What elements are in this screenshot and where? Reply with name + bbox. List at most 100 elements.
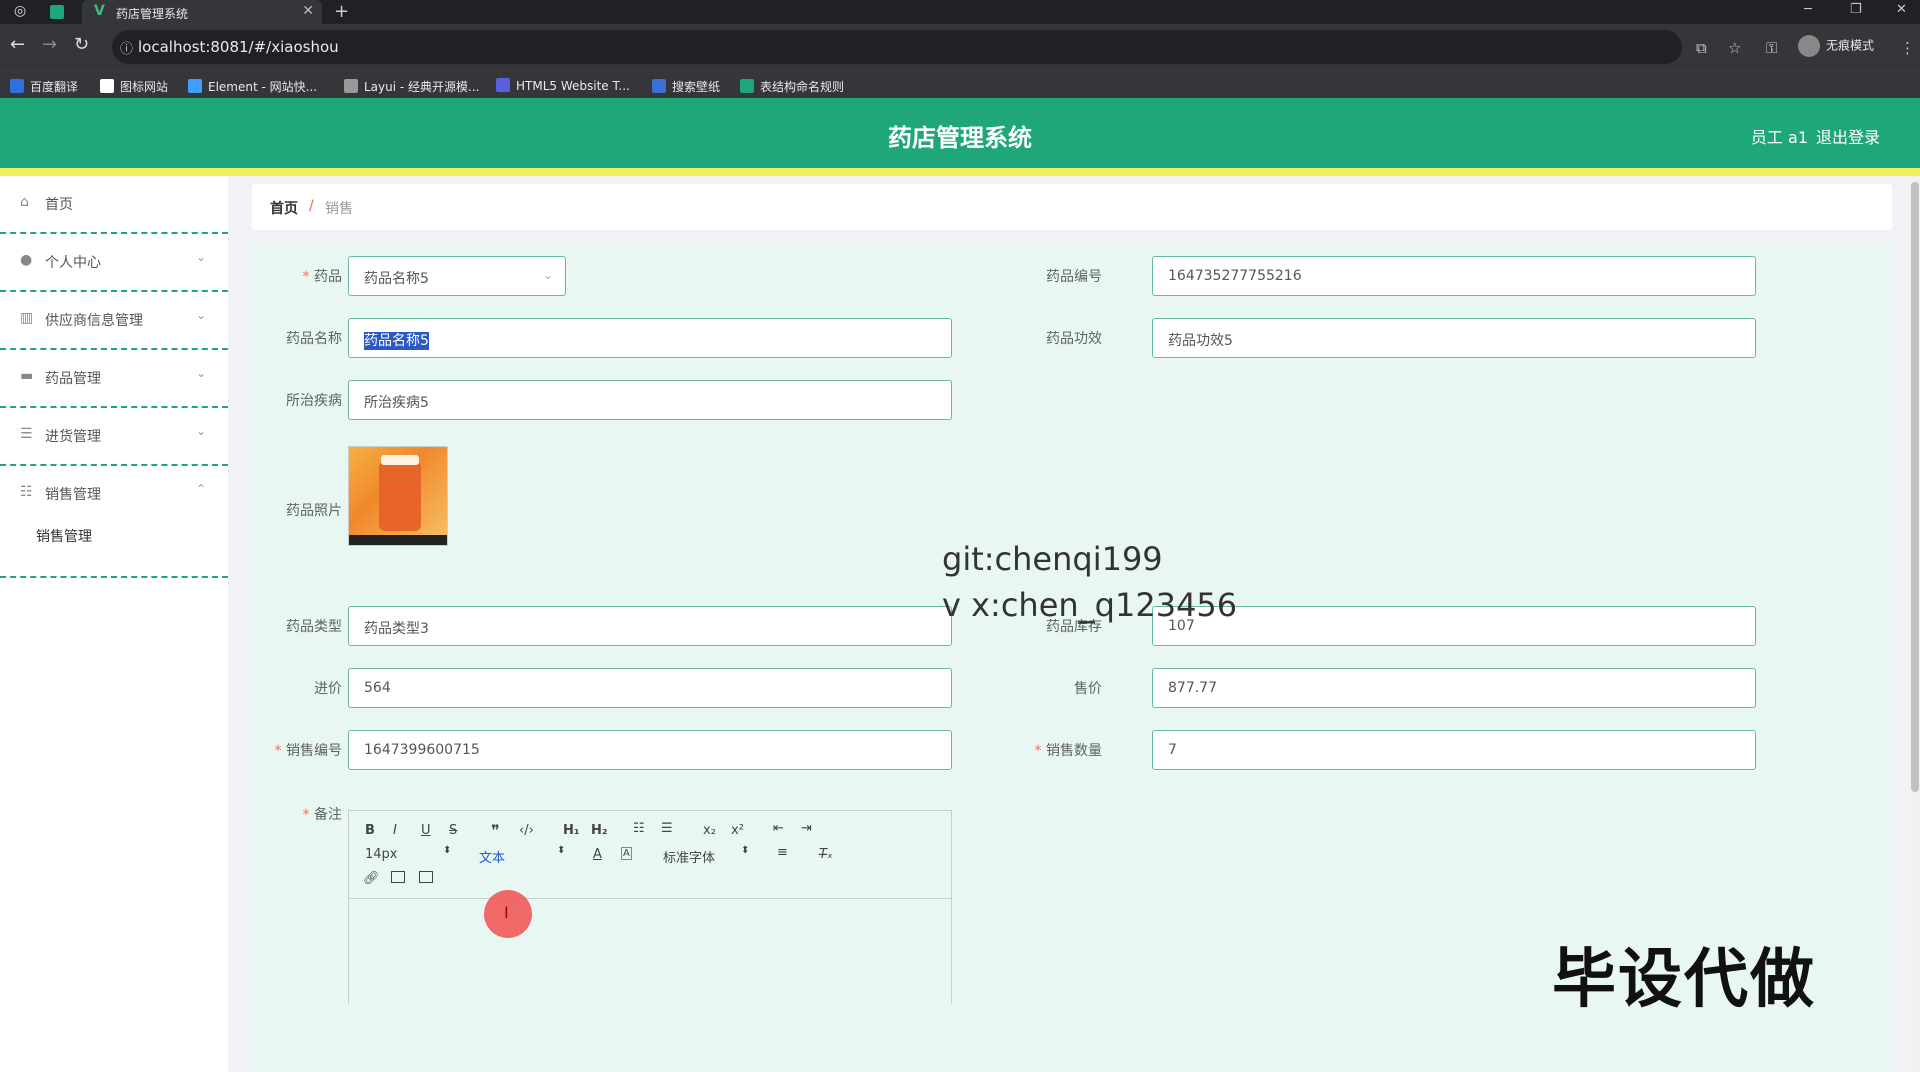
- mouse-cursor-highlight: I: [484, 890, 532, 938]
- minimize-icon[interactable]: ─: [1804, 2, 1812, 17]
- active-tab[interactable]: V 药店管理系统 ✕: [82, 0, 322, 24]
- close-window-icon[interactable]: ✕: [1896, 2, 1907, 17]
- drug-select[interactable]: 药品名称5 ⌄: [348, 256, 566, 296]
- browser-tab-bar: ◎ V 药店管理系统 ✕ + ─ ❐ ✕: [0, 0, 1920, 24]
- breadcrumb-home[interactable]: 首页: [270, 198, 298, 218]
- align-icon[interactable]: ≡: [777, 845, 788, 860]
- bookmark-item[interactable]: Element - 网站快...: [188, 78, 317, 95]
- code-field[interactable]: 164735277755216: [1152, 256, 1756, 296]
- product-bottle-image: [379, 461, 421, 531]
- bookmark-favicon-icon: [496, 78, 510, 92]
- strike-icon[interactable]: S: [449, 823, 457, 838]
- code-block-icon[interactable]: ‹/›: [519, 823, 534, 838]
- indent-decrease-icon[interactable]: ⇤: [773, 821, 784, 836]
- url-field[interactable]: ⓘ localhost:8081/#/xiaoshou: [112, 30, 1682, 64]
- sale-no-label: 销售编号: [252, 740, 342, 760]
- blockquote-icon[interactable]: ❞: [491, 821, 500, 840]
- sidebar-item-sales[interactable]: ☷ 销售管理 ⌃: [0, 466, 228, 578]
- link-icon[interactable]: 🔗︎: [363, 871, 380, 886]
- background-color-icon[interactable]: A: [621, 847, 632, 860]
- product-banner-image: [349, 535, 447, 545]
- underline-icon[interactable]: U: [421, 823, 431, 838]
- clear-format-icon[interactable]: T̶ₓ: [819, 847, 833, 862]
- sidebar-item-suppliers[interactable]: ▥ 供应商信息管理 ⌄: [0, 292, 228, 350]
- logout-button[interactable]: 退出登录: [1816, 124, 1880, 148]
- select-arrow-icon: ⬍: [443, 845, 452, 856]
- sidebar: ⌂ 首页 ● 个人中心 ⌄ ▥ 供应商信息管理 ⌄ ▬ 药品管理 ⌄ ☰ 进货管…: [0, 176, 228, 1072]
- sale-no-field[interactable]: 1647399600715: [348, 730, 952, 770]
- disease-field[interactable]: 所治疾病5: [348, 380, 952, 420]
- remark-editor[interactable]: B I U S ❞ ‹/› H₁ H₂ ☷ ☰ x₂ x² ⇤ ⇥ 14px ⬍ …: [348, 810, 952, 1004]
- scrollbar-thumb[interactable]: [1911, 182, 1919, 792]
- drug-select-value: 药品名称5: [364, 271, 429, 287]
- reload-icon[interactable]: ↻: [74, 34, 89, 55]
- qty-label: 销售数量: [1012, 740, 1102, 760]
- sidebar-item-home[interactable]: ⌂ 首页: [0, 176, 228, 234]
- editor-toolbar: B I U S ❞ ‹/› H₁ H₂ ☷ ☰ x₂ x² ⇤ ⇥ 14px ⬍ …: [349, 811, 951, 899]
- menu-dots-icon[interactable]: ⋮: [1900, 39, 1915, 57]
- image-icon[interactable]: [391, 871, 405, 883]
- new-tab-button[interactable]: +: [334, 1, 349, 22]
- price-field[interactable]: 877.77: [1152, 668, 1756, 708]
- bookmark-favicon-icon: [188, 79, 202, 93]
- bookmark-item[interactable]: Layui - 经典开源模...: [344, 78, 479, 95]
- indent-increase-icon[interactable]: ⇥: [801, 821, 812, 836]
- list-icon: ☰: [20, 426, 33, 442]
- bullet-list-icon[interactable]: ☰: [661, 821, 673, 836]
- sidebar-item-profile[interactable]: ● 个人中心 ⌄: [0, 234, 228, 292]
- type-field[interactable]: 药品类型3: [348, 606, 952, 646]
- font-family-select[interactable]: 标准字体 ⬍: [663, 845, 749, 866]
- font-size-select[interactable]: 14px ⬍: [365, 845, 451, 862]
- app-root: 药店管理系统 员工 a1 退出登录 ⌂ 首页 ● 个人中心 ⌄ ▥ 供应商信息管…: [0, 98, 1920, 1072]
- drug-photo[interactable]: [348, 446, 448, 546]
- chevron-up-icon: ⌃: [195, 482, 206, 496]
- font-size-value: 14px: [365, 847, 398, 862]
- price-label: 售价: [1074, 681, 1102, 697]
- bookmark-label: 百度翻译: [30, 80, 79, 94]
- bold-icon[interactable]: B: [365, 823, 375, 838]
- format-value: 文本: [479, 851, 506, 866]
- watermark-git: git:chenqi199: [942, 540, 1163, 578]
- incognito-indicator[interactable]: 无痕模式: [1798, 35, 1874, 57]
- superscript-icon[interactable]: x²: [731, 823, 744, 838]
- browser-globe-icon[interactable]: ◎: [14, 3, 26, 19]
- format-select[interactable]: 文本 ⬍: [479, 845, 565, 866]
- font-color-icon[interactable]: A: [593, 847, 602, 862]
- translate-icon[interactable]: ⧉: [1696, 39, 1707, 57]
- font-family-value: 标准字体: [663, 851, 716, 866]
- code-label: 药品编号: [1046, 269, 1102, 285]
- chevron-down-icon: ⌄: [195, 366, 206, 380]
- tab-close-icon[interactable]: ✕: [302, 3, 314, 19]
- sidebar-subitem-sales[interactable]: 销售管理: [36, 526, 92, 546]
- app-title: 药店管理系统: [888, 124, 1032, 152]
- bookmark-star-icon[interactable]: ☆: [1728, 39, 1741, 57]
- bookmark-item[interactable]: 百度翻译: [10, 78, 78, 95]
- bookmark-item[interactable]: HTML5 Website T...: [496, 78, 630, 93]
- restore-icon[interactable]: ❐: [1850, 2, 1862, 17]
- site-info-icon[interactable]: ⓘ: [120, 38, 133, 57]
- sidebar-item-drugs[interactable]: ▬ 药品管理 ⌄: [0, 350, 228, 408]
- video-icon[interactable]: [419, 871, 433, 883]
- bookmark-item[interactable]: 搜索壁纸: [652, 78, 720, 95]
- name-field[interactable]: 药品名称5: [348, 318, 952, 358]
- italic-icon[interactable]: I: [393, 823, 397, 838]
- incognito-icon: [1798, 35, 1820, 57]
- effect-field[interactable]: 药品功效5: [1152, 318, 1756, 358]
- photo-label: 药品照片: [286, 503, 342, 519]
- pinned-tab-icon[interactable]: [50, 5, 64, 19]
- page-scrollbar[interactable]: [1910, 178, 1920, 1072]
- bookmark-label: HTML5 Website T...: [516, 79, 630, 93]
- bookmark-item[interactable]: 表结构命名规则: [740, 78, 844, 95]
- key-icon[interactable]: ⚿: [1766, 39, 1777, 57]
- ordered-list-icon[interactable]: ☷: [633, 821, 645, 836]
- sidebar-item-purchases[interactable]: ☰ 进货管理 ⌄: [0, 408, 228, 466]
- heading1-icon[interactable]: H₁: [563, 823, 580, 838]
- cost-field[interactable]: 564: [348, 668, 952, 708]
- stock-field[interactable]: 107: [1152, 606, 1756, 646]
- heading2-icon[interactable]: H₂: [591, 823, 608, 838]
- subscript-icon[interactable]: x₂: [703, 823, 716, 838]
- qty-field[interactable]: 7: [1152, 730, 1756, 770]
- back-icon[interactable]: ←: [10, 34, 25, 55]
- forward-icon[interactable]: →: [42, 34, 57, 55]
- bookmark-item[interactable]: 图标网站: [100, 78, 168, 95]
